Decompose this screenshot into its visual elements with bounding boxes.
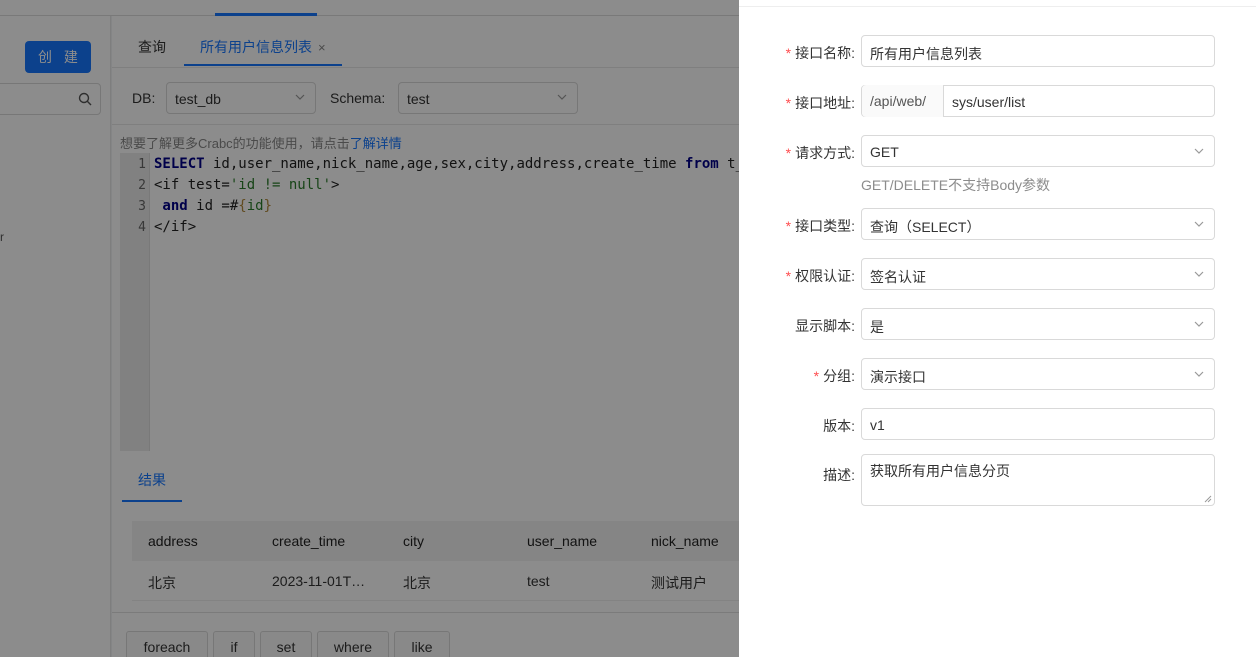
required-mark: * (785, 218, 792, 234)
api-path-input[interactable]: /api/web/ sys/user/list (861, 85, 1215, 117)
drawer-header-divider (739, 6, 1256, 7)
auth-select[interactable]: 签名认证 (861, 258, 1215, 290)
request-method-value: GET (870, 144, 899, 160)
required-mark: * (785, 95, 792, 111)
auth-value: 签名认证 (870, 269, 926, 285)
required-mark: * (785, 268, 792, 284)
api-type-select[interactable]: 查询（SELECT） (861, 208, 1215, 240)
script-label: 显示脚本: (795, 318, 855, 334)
form-row-type: * 接口类型: 查询（SELECT） (739, 208, 1256, 240)
group-select[interactable]: 演示接口 (861, 358, 1215, 390)
request-method-select[interactable]: GET (861, 135, 1215, 167)
version-input[interactable]: v1 (861, 408, 1215, 440)
api-settings-drawer: * 接口名称: 所有用户信息列表 * 接口地址: /api/web/ sys/use… (739, 0, 1256, 657)
description-value: 获取所有用户信息分页 (870, 463, 1010, 479)
show-script-value: 是 (870, 319, 884, 335)
type-label: * 接口类型: (786, 216, 855, 236)
method-help-text: GET/DELETE不支持Body参数 (861, 177, 1051, 193)
auth-label-text: 权限认证: (795, 268, 855, 284)
modal-mask[interactable] (0, 0, 739, 657)
method-label-text: 请求方式: (795, 145, 855, 161)
resize-handle-icon[interactable] (1204, 495, 1212, 503)
name-label-text: 接口名称: (795, 45, 855, 61)
description-label: 描述: (823, 467, 855, 483)
api-path-value: sys/user/list (952, 94, 1026, 110)
required-mark: * (813, 368, 820, 384)
group-label-text: 分组: (823, 368, 855, 384)
chevron-down-icon (1194, 221, 1204, 227)
form-row-method: * 请求方式: GET (739, 135, 1256, 167)
form-row-path: * 接口地址: /api/web/ sys/user/list (739, 85, 1256, 117)
group-label: * 分组: (814, 366, 855, 386)
chevron-down-icon (1194, 148, 1204, 154)
api-type-value: 查询（SELECT） (870, 219, 981, 235)
form-row-description: 描述: 获取所有用户信息分页 (739, 454, 1256, 506)
form-row-name: * 接口名称: 所有用户信息列表 (739, 35, 1256, 67)
chevron-down-icon (1194, 371, 1204, 377)
description-textarea[interactable]: 获取所有用户信息分页 (861, 454, 1215, 506)
method-label: * 请求方式: (786, 143, 855, 163)
form-row-auth: * 权限认证: 签名认证 (739, 258, 1256, 290)
chevron-down-icon (1194, 271, 1204, 277)
api-name-input[interactable]: 所有用户信息列表 (861, 35, 1215, 67)
show-script-select[interactable]: 是 (861, 308, 1215, 340)
chevron-down-icon (1194, 321, 1204, 327)
name-label: * 接口名称: (786, 43, 855, 63)
form-row-group: * 分组: 演示接口 (739, 358, 1256, 390)
required-mark: * (785, 145, 792, 161)
path-prefix-addon: /api/web/ (862, 85, 944, 117)
path-label: * 接口地址: (786, 93, 855, 113)
auth-label: * 权限认证: (786, 266, 855, 286)
form-row-version: 版本: v1 (739, 408, 1256, 440)
path-label-text: 接口地址: (795, 95, 855, 111)
required-mark: * (785, 45, 792, 61)
form-row-script: 显示脚本: 是 (739, 308, 1256, 340)
group-value: 演示接口 (870, 369, 926, 385)
type-label-text: 接口类型: (795, 218, 855, 234)
version-label: 版本: (823, 418, 855, 434)
